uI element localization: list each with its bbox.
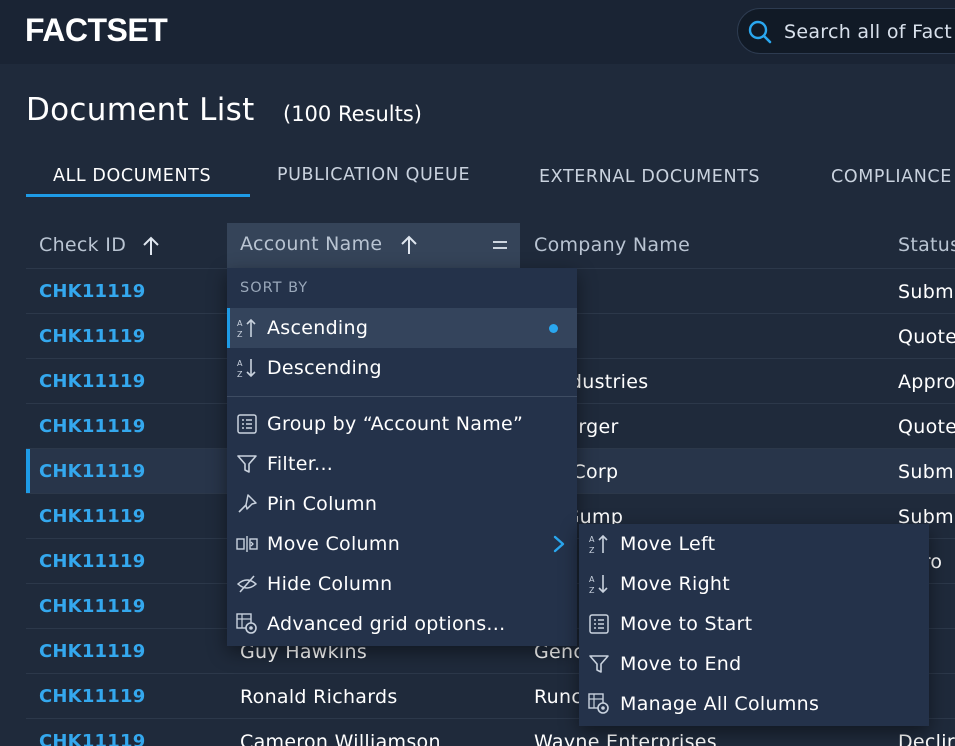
sort-ascending-icon: A Z: [589, 534, 608, 555]
filter-icon: [589, 655, 609, 673]
active-tab-indicator: [26, 194, 250, 197]
results-count: (100 Results): [283, 102, 422, 126]
check-id-link[interactable]: CHK11119: [39, 731, 145, 746]
svg-text:Z: Z: [589, 586, 595, 595]
menu-item-label: Descending: [267, 357, 382, 379]
menu-item-label: Advanced grid options...: [267, 613, 506, 635]
sort-descending-icon: A Z: [237, 359, 256, 379]
group-list-icon: [237, 414, 257, 434]
menu-item-label: Group by “Account Name”: [267, 413, 524, 435]
menu-item-label: Ascending: [267, 317, 369, 339]
check-id-link[interactable]: CHK11119: [39, 416, 145, 437]
menu-item-group-by[interactable]: Group by “Account Name”: [227, 404, 577, 444]
active-option-dot: [549, 324, 558, 333]
status-cell: Quote: [898, 416, 955, 438]
menu-item-pin-column[interactable]: Pin Column: [227, 484, 577, 524]
status-cell: Quote: [898, 326, 955, 348]
search-icon: [748, 20, 772, 44]
menu-item-label: Hide Column: [267, 573, 393, 595]
svg-text:A: A: [589, 575, 595, 584]
company-cell: Wayne Enterprises: [534, 731, 717, 746]
svg-text:Z: Z: [589, 546, 595, 555]
tab-compliance[interactable]: COMPLIANCE: [831, 167, 952, 187]
menu-item-move-column[interactable]: Move Column: [227, 524, 577, 564]
submenu-item-move-left[interactable]: A Z Move Left: [579, 524, 929, 564]
menu-item-advanced-grid-options[interactable]: Advanced grid options...: [227, 604, 577, 644]
sort-ascending-icon: A Z: [237, 318, 256, 339]
account-cell: Ronald Richards: [240, 686, 398, 708]
sort-arrow-up-icon[interactable]: [399, 234, 419, 256]
pin-icon: [238, 494, 257, 513]
submenu-item-move-to-end[interactable]: Move to End: [579, 644, 929, 684]
selected-indicator: [227, 308, 230, 348]
status-cell: Subm: [898, 461, 954, 483]
svg-text:A: A: [589, 535, 595, 544]
column-header-status[interactable]: Status: [898, 234, 955, 256]
tab-all-documents[interactable]: ALL DOCUMENTS: [53, 166, 211, 186]
menu-item-descending[interactable]: A Z Descending: [227, 348, 577, 388]
submenu-item-manage-all-columns[interactable]: Manage All Columns: [579, 684, 929, 724]
check-id-link[interactable]: CHK11119: [39, 686, 145, 707]
page-title: Document List: [26, 92, 255, 128]
submenu-item-label: Manage All Columns: [620, 693, 820, 715]
grid-settings-icon: [236, 613, 257, 634]
filter-icon: [237, 455, 257, 473]
search-input-placeholder[interactable]: Search all of Fact: [784, 21, 952, 43]
svg-text:A: A: [237, 359, 243, 368]
column-header-account-name[interactable]: Account Name: [240, 233, 382, 255]
move-column-submenu: A Z Move Left A Z Move Right Move to Sta…: [579, 524, 929, 726]
row-selection-indicator: [26, 449, 30, 494]
company-cell: Runc: [534, 686, 583, 708]
submenu-item-move-to-start[interactable]: Move to Start: [579, 604, 929, 644]
menu-item-filter[interactable]: Filter...: [227, 444, 577, 484]
svg-text:Z: Z: [237, 370, 243, 379]
menu-item-label: Filter...: [267, 453, 334, 475]
factset-logo[interactable]: FACTSET: [25, 13, 168, 47]
column-header-company-name[interactable]: Company Name: [534, 234, 690, 256]
move-column-icon: [236, 536, 258, 552]
check-id-link[interactable]: CHK11119: [39, 461, 145, 482]
menu-item-hide-column[interactable]: Hide Column: [227, 564, 577, 604]
column-options-menu: SORT BY A Z Ascending A Z Descending Gro…: [227, 268, 577, 646]
sort-descending-icon: A Z: [589, 575, 608, 595]
check-id-link[interactable]: CHK11119: [39, 641, 145, 662]
submenu-item-label: Move Left: [620, 533, 716, 555]
column-header-check-id[interactable]: Check ID: [39, 234, 126, 256]
chevron-right-icon: [553, 535, 565, 553]
status-cell: Subm: [898, 281, 954, 303]
menu-item-label: Move Column: [267, 533, 401, 555]
grid-settings-icon: [588, 693, 609, 714]
check-id-link[interactable]: CHK11119: [39, 551, 145, 572]
check-id-link[interactable]: CHK11119: [39, 596, 145, 617]
submenu-item-label: Move Right: [620, 573, 731, 595]
sort-arrow-up-icon[interactable]: [141, 235, 161, 257]
submenu-item-move-right[interactable]: A Z Move Right: [579, 564, 929, 604]
menu-section-label: SORT BY: [240, 280, 309, 296]
hide-eye-icon: [236, 575, 258, 593]
check-id-link[interactable]: CHK11119: [39, 326, 145, 347]
account-cell: Cameron Williamson: [240, 731, 441, 746]
group-list-icon: [589, 614, 609, 634]
status-cell: Appro: [898, 371, 955, 393]
check-id-link[interactable]: CHK11119: [39, 371, 145, 392]
menu-item-label: Pin Column: [267, 493, 378, 515]
menu-item-ascending[interactable]: A Z Ascending: [227, 308, 577, 348]
status-cell: Declir: [898, 731, 955, 746]
check-id-link[interactable]: CHK11119: [39, 506, 145, 527]
submenu-item-label: Move to Start: [620, 613, 753, 635]
tab-publication-queue[interactable]: PUBLICATION QUEUE: [277, 165, 470, 185]
svg-text:A: A: [237, 319, 243, 328]
top-bar: FACTSET Search all of Fact: [0, 0, 955, 64]
global-search[interactable]: Search all of Fact: [737, 8, 955, 54]
check-id-link[interactable]: CHK11119: [39, 281, 145, 302]
menu-divider: [227, 396, 577, 397]
tab-external-documents[interactable]: EXTERNAL DOCUMENTS: [539, 167, 760, 187]
submenu-item-label: Move to End: [620, 653, 742, 675]
svg-text:Z: Z: [237, 330, 243, 339]
column-menu-icon[interactable]: [490, 236, 510, 254]
